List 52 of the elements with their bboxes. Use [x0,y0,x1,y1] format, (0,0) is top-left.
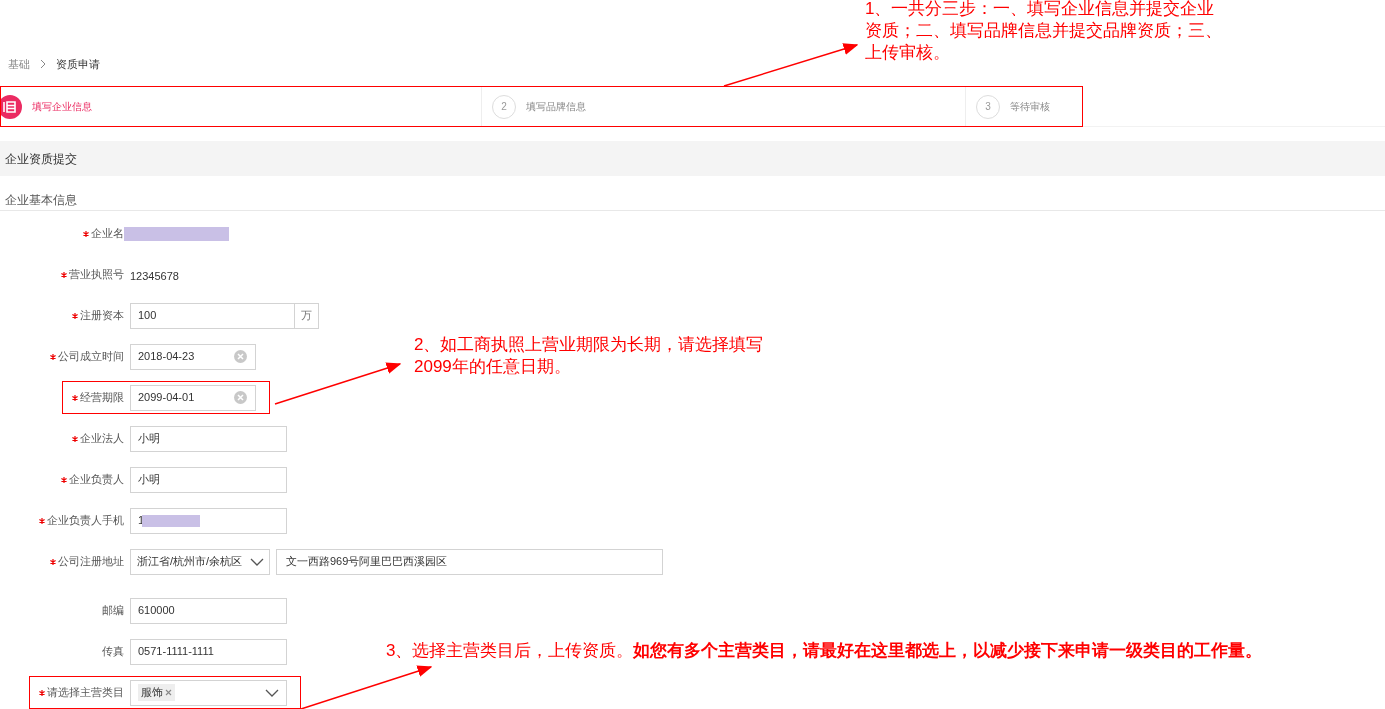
field-label: 公司注册地址 [58,554,124,570]
required-mark-icon [72,435,78,442]
field-label: 企业名 [91,226,124,242]
clear-icon[interactable] [234,391,247,404]
unit-addon: 万 [295,302,319,329]
field-label: 企业法人 [80,431,124,447]
section-header: 企业资质提交 [0,141,1385,176]
step-tab[interactable]: 2 填写品牌信息 [482,87,966,126]
input-field[interactable]: 小明 [130,466,287,493]
field-label: 公司成立时间 [58,349,124,365]
field-label: 经营期限 [80,390,124,406]
field-label: 注册资本 [80,308,124,324]
step-tab[interactable]: 填写企业信息 [0,87,482,126]
required-mark-icon [39,689,45,696]
date-field[interactable]: 2018-04-23 [130,343,256,370]
subsection-title: 企业基本信息 [0,191,1385,211]
chevron-right-icon [40,59,46,69]
chevron-down-icon[interactable] [250,557,264,566]
category-select[interactable]: 服饰 [130,679,287,706]
redaction-bar [142,514,201,527]
required-mark-icon [72,312,78,319]
required-mark-icon [83,230,89,237]
required-mark-icon [61,271,67,278]
annotation-note: 2、如工商执照上营业期限为长期，请选择填写2099年的任意日期。 [414,334,765,378]
required-mark-icon [50,558,56,565]
annotation-note: 1、一共分三步：一、填写企业信息并提交企业资质；二、填写品牌信息并提交品牌资质；三、上传审核。 [865,0,1223,64]
input-field[interactable]: 0571-1111-1111 [130,638,287,665]
field-label: 邮编 [102,603,124,619]
breadcrumb-item: 资质申请 [56,56,100,72]
breadcrumb-item[interactable]: 基础 [8,55,30,73]
date-field[interactable]: 2099-04-01 [130,384,256,411]
address-field[interactable]: 文一西路969号阿里巴巴西溪园区 [276,548,663,575]
field-label: 企业负责人 [69,472,124,488]
input-field[interactable]: 小明 [130,425,287,452]
step-tab[interactable]: 3 等待审核 [966,87,1385,126]
field-value: 12345678 [130,269,179,282]
input-field[interactable]: 610000 [130,597,287,624]
region-select[interactable]: 浙江省/杭州市/余杭区 [130,548,270,575]
input-field[interactable]: 100 [130,302,295,329]
field-label: 请选择主营类目 [47,685,124,701]
field-label: 营业执照号 [69,267,124,283]
chevron-down-icon[interactable] [265,688,279,697]
required-mark-icon [39,517,45,524]
required-mark-icon [50,353,56,360]
field-label: 传真 [102,644,124,660]
required-mark-icon [72,394,78,401]
clear-icon[interactable] [234,350,247,363]
field-label: 企业负责人手机 [47,513,124,529]
remove-icon[interactable] [165,689,172,696]
category-tag: 服饰 [138,684,175,701]
annotation-note: 3、选择主营类目后，上传资质。如您有多个主营类目，请最好在这里都选上，以减少接下来申请一级类目的工作量。 [386,640,1263,662]
required-mark-icon [61,476,67,483]
